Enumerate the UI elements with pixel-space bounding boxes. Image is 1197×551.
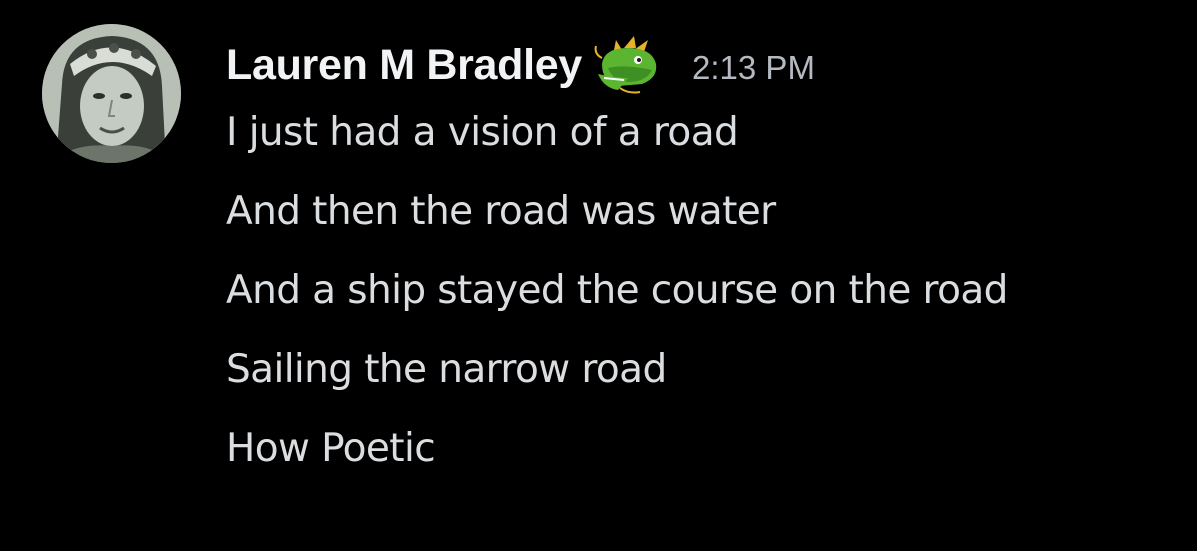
message-line: And then the road was water — [226, 189, 776, 234]
username[interactable]: Lauren M Bradley — [226, 41, 582, 90]
avatar[interactable] — [42, 24, 181, 163]
chat-message: Lauren M Bradley 2:13 PM I just had a vi… — [0, 0, 1197, 551]
message-line: Sailing the narrow road — [226, 347, 667, 392]
timestamp: 2:13 PM — [692, 49, 815, 86]
message-line: And a ship stayed the course on the road — [226, 268, 1008, 313]
message-line: How Poetic — [226, 426, 436, 471]
avatar-image — [42, 24, 181, 163]
dragon-icon — [594, 34, 662, 96]
message-header: Lauren M Bradley 2:13 PM — [226, 30, 815, 100]
message-content: I just had a vision of a road And then t… — [226, 108, 1008, 503]
message-line: I just had a vision of a road — [226, 110, 739, 155]
